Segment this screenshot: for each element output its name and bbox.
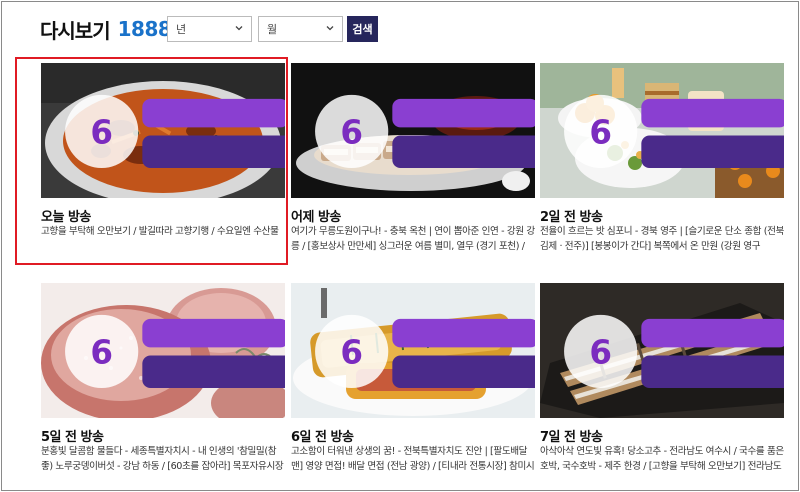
svg-text:6: 6: [589, 114, 612, 152]
year-select[interactable]: 년: [167, 16, 252, 42]
episode-thumbnail[interactable]: 6: [291, 283, 535, 418]
search-button[interactable]: 검색: [347, 16, 378, 42]
show-logo-badge: 6: [315, 94, 535, 169]
page-title: 다시보기: [40, 18, 111, 43]
episode-thumbnail[interactable]: 6: [540, 283, 784, 418]
episode-card-7-days-ago[interactable]: 6 7일 전 방송 아삭아삭 연도빛 유혹! 당소고추 - 전라남도 여수시 /…: [540, 283, 784, 483]
episode-title[interactable]: 오늘 방송: [41, 206, 91, 225]
svg-text:6: 6: [589, 334, 612, 372]
page-header: 다시보기 1888: [40, 14, 172, 44]
episode-title[interactable]: 어제 방송: [291, 206, 341, 225]
svg-text:6: 6: [340, 334, 363, 372]
episode-card-2-days-ago[interactable]: 6 2일 전 방송 전율이 흐르는 밧 심포니 - 경북 영주 | [슬기로운 …: [540, 63, 784, 263]
episode-thumbnail[interactable]: 6: [41, 283, 285, 418]
svg-text:6: 6: [90, 114, 113, 152]
chevron-down-icon: [235, 26, 243, 31]
episode-card-5-days-ago[interactable]: 6 5일 전 방송 분홍빛 달콤함 물들다 - 세종특별자치시 - 내 인생의 …: [41, 283, 285, 483]
episode-count: 1888: [117, 17, 172, 41]
month-select-value: 월: [267, 23, 278, 36]
chevron-down-icon: [326, 26, 334, 31]
episode-thumbnail[interactable]: 6: [291, 63, 535, 198]
episode-description: 아삭아삭 연도빛 유혹! 당소고추 - 전라남도 여수시 / 국수를 품은 호박…: [540, 446, 784, 472]
episode-thumbnail[interactable]: 6: [540, 63, 784, 198]
episode-description: 전율이 흐르는 밧 심포니 - 경북 영주 | [슬기로운 단소 종합 (전북 …: [540, 226, 784, 252]
svg-text:6: 6: [90, 334, 113, 372]
episode-title[interactable]: 2일 전 방송: [540, 206, 603, 225]
show-logo-badge: 6: [315, 314, 535, 389]
episode-title[interactable]: 7일 전 방송: [540, 426, 603, 445]
svg-text:6: 6: [340, 114, 363, 152]
episode-title[interactable]: 5일 전 방송: [41, 426, 104, 445]
show-logo-badge: 6: [564, 314, 784, 389]
year-select-value: 년: [176, 23, 187, 36]
episode-card-6-days-ago[interactable]: 6 6일 전 방송 고소함이 터워낸 상생의 꿈! - 전북특별자치도 진안 |…: [291, 283, 535, 483]
show-logo-badge: 6: [65, 94, 285, 169]
episode-description: 여기가 무릉도원이구나! - 충북 옥천 | 연이 뽑아준 인연 - 강원 강릉…: [291, 226, 535, 252]
episode-card-today[interactable]: 6 오늘 방송 고향을 부탁해 오만보기 / 발길따라 고향기행 / 수요일엔 …: [41, 63, 285, 263]
show-logo-badge: 6: [564, 94, 784, 169]
episode-card-yesterday[interactable]: 6 어제 방송 여기가 무릉도원이구나! - 충북 옥천 | 연이 뽑아준 인연…: [291, 63, 535, 263]
episode-description: 고향을 부탁해 오만보기 / 발길따라 고향기행 / 수요일엔 수산물: [41, 226, 279, 237]
month-select[interactable]: 월: [258, 16, 343, 42]
episode-title[interactable]: 6일 전 방송: [291, 426, 354, 445]
episode-thumbnail[interactable]: 6: [41, 63, 285, 198]
episode-description: 고소함이 터워낸 상생의 꿈! - 전북특별자치도 진안 | [팔도배달맨] 영…: [291, 446, 535, 472]
episode-description: 분홍빛 달콤함 물들다 - 세종특별자치시 - 내 인생의 '참밀밀(참 좋) …: [41, 446, 284, 472]
show-logo-badge: 6: [65, 314, 285, 389]
